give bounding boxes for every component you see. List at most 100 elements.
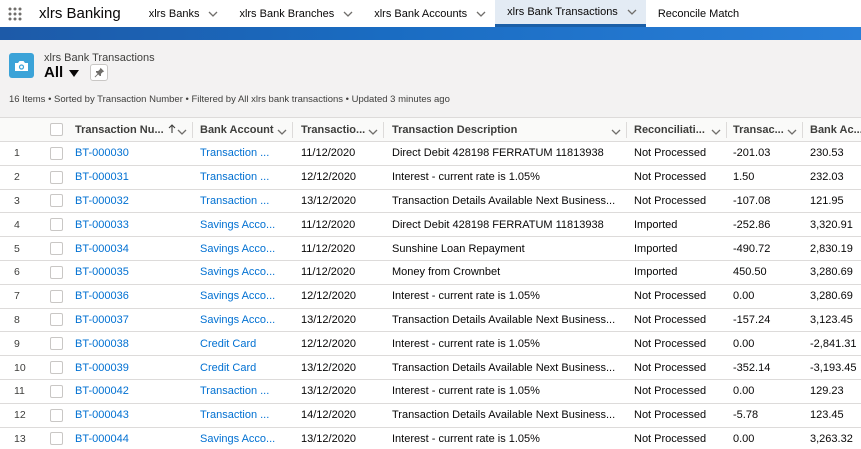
transaction-amount: -5.78 [733, 409, 759, 422]
column-header-transaction-date[interactable]: Transactio... [293, 118, 384, 141]
transaction-number-link[interactable]: BT-000032 [75, 190, 192, 213]
chevron-down-icon[interactable] [177, 126, 187, 138]
transaction-number-link[interactable]: BT-000043 [75, 404, 192, 427]
global-nav-bar: xlrs Banking xlrs Banks xlrs Bank Branch… [0, 0, 861, 27]
table-row[interactable]: 10 BT-000039 Credit Card 13/12/2020 Tran… [0, 356, 861, 380]
transaction-date: 13/12/2020 [301, 313, 357, 326]
transaction-date: 11/12/2020 [301, 242, 356, 255]
transaction-number-link[interactable]: BT-000037 [75, 309, 192, 332]
row-select-cell [50, 142, 66, 165]
row-checkbox[interactable] [50, 265, 63, 279]
bank-account-link[interactable]: Transaction ... [200, 404, 293, 427]
bank-account-link[interactable]: Transaction ... [200, 380, 293, 403]
transaction-number-link[interactable]: BT-000035 [75, 261, 192, 284]
row-checkbox[interactable] [50, 242, 63, 256]
nav-tab-bank-branches[interactable]: xlrs Bank Branches [227, 0, 362, 27]
transaction-number-link[interactable]: BT-000044 [75, 428, 192, 449]
chevron-down-icon[interactable] [334, 11, 362, 17]
bank-account-balance: 129.23 [810, 385, 844, 398]
chevron-down-icon[interactable] [368, 126, 378, 138]
bank-account-balance: 3,320.91 [810, 218, 853, 231]
transaction-date: 12/12/2020 [301, 171, 357, 184]
bank-account-link[interactable]: Savings Acco... [200, 309, 293, 332]
chevron-down-icon[interactable] [467, 11, 495, 17]
chevron-down-icon[interactable] [618, 9, 646, 15]
row-checkbox[interactable] [50, 408, 63, 422]
caret-down-icon[interactable] [69, 64, 80, 81]
column-header-bank-account-balance[interactable]: Bank Ac... [803, 118, 861, 141]
table-row[interactable]: 1 BT-000030 Transaction ... 11/12/2020 D… [0, 142, 861, 166]
bank-account-link[interactable]: Credit Card [200, 356, 293, 379]
chevron-down-icon[interactable] [711, 126, 721, 138]
bank-account-link[interactable]: Savings Acco... [200, 261, 293, 284]
transaction-number-link[interactable]: BT-000030 [75, 142, 192, 165]
bank-account-link[interactable]: Transaction ... [200, 190, 293, 213]
table-row[interactable]: 9 BT-000038 Credit Card 12/12/2020 Inter… [0, 332, 861, 357]
row-checkbox[interactable] [50, 146, 63, 160]
row-select-cell [50, 237, 66, 260]
transaction-number-link[interactable]: BT-000038 [75, 332, 192, 355]
table-row[interactable]: 3 BT-000032 Transaction ... 13/12/2020 T… [0, 190, 861, 214]
table-row[interactable]: 13 BT-000044 Savings Acco... 13/12/2020 … [0, 428, 861, 449]
row-checkbox[interactable] [50, 289, 63, 303]
pin-button[interactable] [90, 64, 108, 81]
transaction-number-link[interactable]: BT-000033 [75, 213, 192, 236]
transaction-number-link[interactable]: BT-000034 [75, 237, 192, 260]
bank-account-link[interactable]: Transaction ... [200, 166, 293, 189]
bank-account-link[interactable]: Savings Acco... [200, 237, 293, 260]
bank-account-link[interactable]: Savings Acco... [200, 213, 293, 236]
row-checkbox[interactable] [50, 218, 63, 232]
row-checkbox[interactable] [50, 337, 63, 351]
table-row[interactable]: 6 BT-000035 Savings Acco... 11/12/2020 M… [0, 261, 861, 285]
transaction-date: 13/12/2020 [301, 432, 357, 445]
table-row[interactable]: 2 BT-000031 Transaction ... 12/12/2020 I… [0, 166, 861, 190]
row-number: 1 [14, 147, 20, 160]
table-row[interactable]: 12 BT-000043 Transaction ... 14/12/2020 … [0, 404, 861, 428]
table-row[interactable]: 7 BT-000036 Savings Acco... 12/12/2020 I… [0, 285, 861, 309]
nav-tab-reconcile-match[interactable]: Reconcile Match [646, 0, 749, 27]
column-header-reconciliation[interactable]: Reconciliati... [627, 118, 727, 141]
object-label: xlrs Bank Transactions [44, 52, 155, 64]
transaction-number-link[interactable]: BT-000036 [75, 285, 192, 308]
bank-account-link[interactable]: Savings Acco... [200, 285, 293, 308]
column-header-amount[interactable]: Transac... [727, 118, 803, 141]
row-number: 9 [14, 337, 20, 350]
transaction-number-link[interactable]: BT-000039 [75, 356, 192, 379]
table-row[interactable]: 5 BT-000034 Savings Acco... 11/12/2020 S… [0, 237, 861, 261]
row-checkbox[interactable] [50, 170, 63, 184]
waffle-icon[interactable] [0, 0, 30, 27]
transaction-date: 11/12/2020 [301, 147, 356, 160]
nav-tab-label: xlrs Bank Branches [239, 7, 335, 20]
chevron-down-icon[interactable] [277, 126, 287, 138]
transaction-amount: -157.24 [733, 313, 771, 326]
bank-account-link[interactable]: Credit Card [200, 332, 293, 355]
bank-account-link[interactable]: Savings Acco... [200, 428, 293, 449]
row-checkbox[interactable] [50, 432, 63, 446]
row-checkbox[interactable] [50, 194, 63, 208]
nav-tab-label: xlrs Bank Accounts [374, 7, 468, 20]
transaction-description: Money from Crownbet [392, 266, 501, 279]
nav-tab-bank-transactions[interactable]: xlrs Bank Transactions [495, 0, 646, 27]
row-checkbox[interactable] [50, 361, 63, 375]
column-header-description[interactable]: Transaction Description [384, 118, 627, 141]
table-row[interactable]: 11 BT-000042 Transaction ... 13/12/2020 … [0, 380, 861, 404]
row-checkbox[interactable] [50, 384, 63, 398]
column-header-transaction-number[interactable]: Transaction Nu... [67, 118, 193, 141]
nav-tab-bank-accounts[interactable]: xlrs Bank Accounts [362, 0, 495, 27]
transaction-number-link[interactable]: BT-000031 [75, 166, 192, 189]
chevron-down-icon[interactable] [611, 126, 621, 138]
chevron-down-icon[interactable] [787, 126, 797, 138]
transaction-number-link[interactable]: BT-000042 [75, 380, 192, 403]
table-row[interactable]: 8 BT-000037 Savings Acco... 13/12/2020 T… [0, 309, 861, 333]
bank-account-link[interactable]: Transaction ... [200, 142, 293, 165]
select-all-checkbox[interactable] [50, 123, 63, 136]
transaction-amount: -107.08 [733, 194, 771, 207]
row-number: 13 [14, 432, 26, 445]
column-header-bank-account[interactable]: Bank Account [193, 118, 293, 141]
list-view-selector[interactable]: All [44, 64, 80, 81]
chevron-down-icon[interactable] [199, 11, 227, 17]
nav-tab-banks[interactable]: xlrs Banks [137, 0, 228, 27]
row-number: 6 [14, 266, 20, 279]
row-checkbox[interactable] [50, 313, 63, 327]
table-row[interactable]: 4 BT-000033 Savings Acco... 11/12/2020 D… [0, 213, 861, 238]
